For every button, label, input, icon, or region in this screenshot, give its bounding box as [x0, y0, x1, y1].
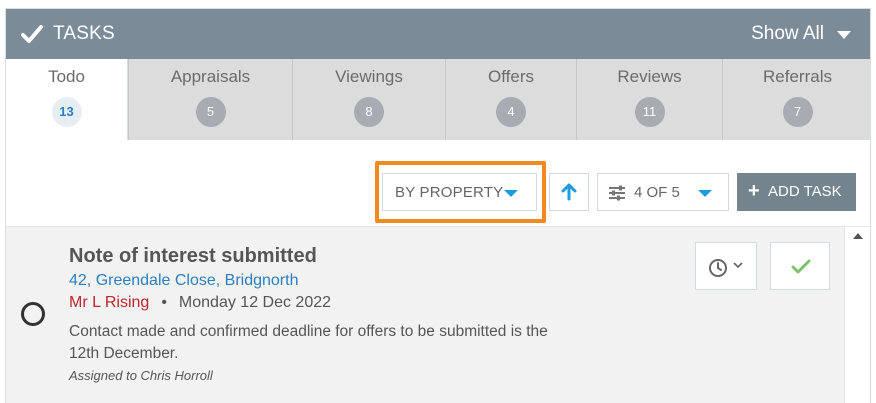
chevron-down-icon [733, 262, 743, 269]
separator: • [161, 294, 167, 311]
tab-referrals[interactable]: Referrals 7 [722, 59, 870, 140]
tab-viewings[interactable]: Viewings 8 [292, 59, 445, 140]
tab-count-badge: 4 [496, 97, 526, 127]
tab-label: Referrals [763, 67, 832, 86]
task-tabs: Todo 13 Appraisals 5 Viewings 8 Offers 4… [6, 59, 870, 140]
task-meta: Mr L Rising • Monday 12 Dec 2022 [69, 294, 331, 312]
chevron-down-icon[interactable] [837, 31, 851, 39]
filter-dropdown[interactable]: 4 OF 5 [597, 173, 729, 211]
property-link[interactable]: 42, Greendale Close, Bridgnorth [69, 272, 298, 290]
caret-down-icon [504, 190, 518, 197]
check-icon [791, 259, 811, 274]
tab-todo[interactable]: Todo 13 [6, 59, 128, 140]
task-title: Note of interest submitted [69, 245, 317, 267]
arrow-up-icon [561, 183, 577, 201]
task-list: Note of interest submitted 42, Greendale… [6, 227, 844, 403]
add-task-label: ADD TASK [768, 183, 842, 200]
tab-offers[interactable]: Offers 4 [445, 59, 576, 140]
check-icon [21, 25, 43, 43]
tab-count-badge: 7 [782, 97, 813, 127]
group-by-dropdown[interactable]: BY PROPERTY [382, 173, 537, 211]
tab-count-badge: 13 [51, 97, 82, 127]
tasks-header: TASKS Show All [6, 9, 870, 59]
caret-down-icon [698, 190, 712, 197]
clock-icon [709, 259, 727, 277]
tab-appraisals[interactable]: Appraisals 5 [128, 59, 292, 140]
sliders-icon [609, 185, 625, 201]
show-all-dropdown[interactable]: Show All [751, 23, 824, 45]
contact-link[interactable]: Mr L Rising [69, 294, 149, 311]
scroll-up-icon[interactable] [853, 233, 863, 239]
group-by-label: BY PROPERTY [395, 184, 504, 201]
add-task-button[interactable]: + ADD TASK [737, 173, 856, 211]
scrollbar[interactable] [844, 227, 870, 403]
assigned-to: Assigned to Chris Horroll [69, 368, 213, 383]
tab-count-badge: 5 [195, 97, 226, 127]
filter-label: 4 OF 5 [634, 184, 680, 201]
complete-radio[interactable] [21, 302, 45, 326]
task-description: Contact made and confirmed deadline for … [69, 323, 548, 362]
tab-label: Viewings [335, 67, 403, 86]
tab-label: Todo [48, 67, 85, 86]
sort-direction-button[interactable] [549, 173, 589, 211]
snooze-button[interactable] [695, 242, 757, 290]
plus-icon: + [748, 180, 760, 202]
tab-label: Appraisals [170, 67, 251, 86]
task-toolbar: BY PROPERTY 4 OF 5 + ADD TASK [6, 140, 870, 227]
task-date: Monday 12 Dec 2022 [178, 294, 332, 311]
tab-count-badge: 11 [634, 97, 665, 127]
tab-label: Offers [488, 67, 534, 86]
panel-title: TASKS [53, 23, 115, 44]
mark-done-button[interactable] [770, 242, 830, 290]
tab-count-badge: 8 [354, 97, 384, 127]
tab-label: Reviews [617, 67, 682, 86]
tasks-panel: TASKS Show All Todo 13 Appraisals 5 View… [5, 8, 871, 403]
tab-reviews[interactable]: Reviews 11 [576, 59, 722, 140]
